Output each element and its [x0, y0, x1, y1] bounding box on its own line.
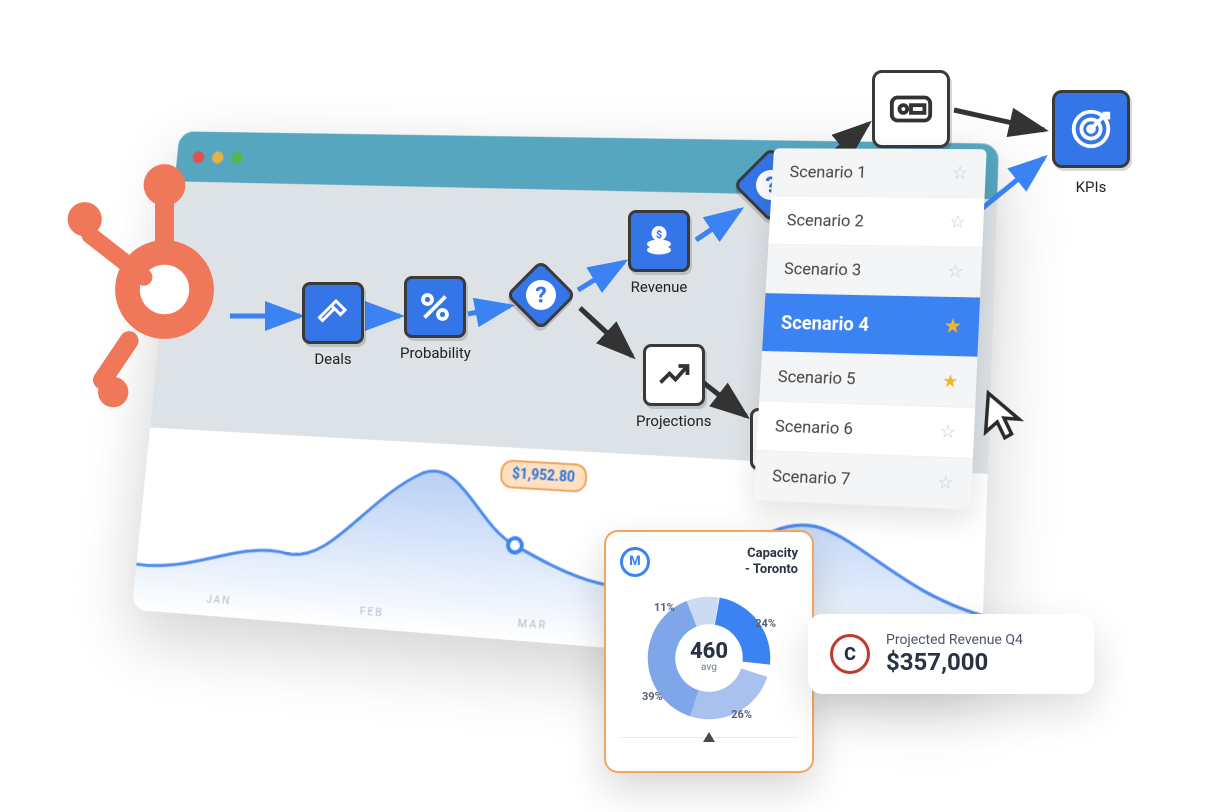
capacity-card: M Capacity- Toronto 460avg 11% 24% 26% 3… — [604, 530, 814, 773]
scenario-list: Scenario 1 ☆ Scenario 2 ☆ Scenario 3 ☆ Scen… — [753, 148, 986, 510]
star-icon[interactable]: ☆ — [947, 261, 964, 282]
star-icon[interactable]: ★ — [942, 371, 959, 393]
node-probability[interactable]: Probability — [400, 276, 471, 362]
node-company-1[interactable] — [872, 70, 950, 148]
scenario-label: Scenario 4 — [780, 311, 869, 336]
node-kpis[interactable]: KPIs — [1052, 90, 1130, 196]
svg-text:?: ? — [535, 283, 546, 309]
badge-c: C — [830, 634, 870, 674]
trend-icon — [656, 357, 692, 393]
star-icon[interactable]: ☆ — [939, 421, 956, 443]
node-label: Projections — [636, 412, 711, 430]
percent-icon — [417, 289, 453, 325]
node-label: KPIs — [1076, 178, 1107, 196]
donut-chart: 460avg 11% 24% 26% 39% — [624, 583, 794, 733]
revenue-card: C Projected Revenue Q4 $357,000 — [808, 614, 1094, 694]
scenario-row[interactable]: Scenario 1 ☆ — [771, 148, 986, 198]
scenario-label: Scenario 7 — [772, 466, 851, 489]
scenario-row[interactable]: Scenario 6 ☆ — [756, 401, 975, 459]
svg-text:$: $ — [656, 228, 662, 241]
coins-icon: $ — [641, 223, 677, 259]
node-deals[interactable]: Deals — [302, 282, 364, 368]
month-label: FEB — [359, 604, 384, 619]
seg-label: 24% — [755, 617, 776, 630]
scenario-row[interactable]: Scenario 5 ★ — [759, 352, 977, 408]
mini-axis — [620, 737, 798, 763]
seg-label: 11% — [654, 601, 675, 614]
scenario-row[interactable]: Scenario 3 ☆ — [766, 245, 983, 298]
node-decision-1[interactable]: ? — [516, 270, 566, 320]
question-icon: ? — [523, 277, 559, 313]
star-icon[interactable]: ☆ — [951, 163, 968, 184]
cursor-icon — [976, 388, 1032, 447]
donut-value: 460 — [690, 639, 728, 664]
hammer-icon — [315, 295, 351, 331]
seg-label: 39% — [642, 690, 663, 703]
hubspot-logo-icon — [60, 130, 250, 430]
scenario-label: Scenario 5 — [777, 367, 856, 389]
scenario-row-active[interactable]: Scenario 4 ★ — [762, 293, 980, 357]
star-icon[interactable]: ☆ — [949, 212, 966, 233]
target-icon — [1068, 106, 1114, 152]
scenario-row[interactable]: Scenario 7 ☆ — [753, 451, 972, 510]
node-label: Revenue — [631, 278, 688, 296]
revenue-value: $357,000 — [886, 648, 1023, 676]
seg-label: 26% — [731, 708, 752, 721]
month-label: JAN — [206, 592, 232, 607]
star-icon[interactable]: ★ — [944, 316, 961, 337]
star-icon[interactable]: ☆ — [937, 472, 954, 494]
node-label: Probability — [400, 344, 471, 362]
node-label: Deals — [314, 350, 351, 368]
scenario-row[interactable]: Scenario 2 ☆ — [768, 196, 984, 247]
capacity-title: Capacity- Toronto — [745, 546, 798, 577]
revenue-title: Projected Revenue Q4 — [886, 632, 1023, 648]
chart-tooltip: $1,952.80 — [499, 459, 587, 493]
month-label: MAR — [517, 616, 547, 632]
donut-label: avg — [624, 662, 794, 673]
scenario-label: Scenario 3 — [784, 259, 862, 280]
scenario-label: Scenario 6 — [775, 416, 854, 439]
company-icon — [888, 86, 934, 132]
node-revenue[interactable]: $ Revenue — [628, 210, 690, 296]
node-projections[interactable]: Projections — [636, 344, 711, 430]
badge-m: M — [620, 547, 650, 577]
scenario-label: Scenario 1 — [789, 162, 867, 182]
scenario-label: Scenario 2 — [786, 210, 864, 230]
